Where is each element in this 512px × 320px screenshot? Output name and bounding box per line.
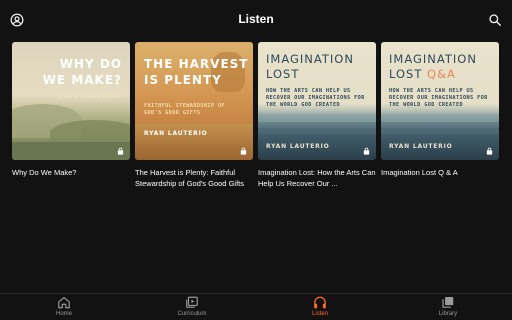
cover-author: RYAN LAUTERIO bbox=[389, 143, 453, 150]
cover-subtitle-line: HOW THE ARTS CAN HELP US bbox=[266, 88, 351, 94]
cover-title-line: LOST bbox=[266, 67, 300, 81]
audio-card-imagination-lost[interactable]: IMAGINATION LOST HOW THE ARTS CAN HELP U… bbox=[258, 42, 376, 189]
lock-icon bbox=[117, 147, 124, 155]
cover-subtitle-line: RECOVER OUR IMAGINATIONS FOR bbox=[266, 95, 365, 101]
audio-card-harvest-is-plenty[interactable]: THE HARVEST IS PLENTY FAITHFUL STEWARDSH… bbox=[135, 42, 253, 189]
nav-item-home[interactable]: Home bbox=[0, 294, 128, 320]
cover-title-line: WHY DO bbox=[59, 57, 122, 71]
home-icon bbox=[58, 296, 70, 309]
search-icon[interactable] bbox=[488, 13, 502, 27]
cover-title-line: IMAGINATION bbox=[266, 52, 354, 66]
nav-item-curriculum[interactable]: Curriculum bbox=[128, 294, 256, 320]
lock-icon bbox=[240, 147, 247, 155]
nav-label: Home bbox=[55, 311, 72, 317]
cover-art[interactable]: WHY DO WE MAKE? RYAN LAUTERIO bbox=[12, 42, 130, 160]
page-title: Listen bbox=[238, 12, 274, 26]
cover-title-qa: Q&A bbox=[427, 67, 456, 81]
cover-art[interactable]: IMAGINATION LOST Q&A HOW THE ARTS CAN HE… bbox=[381, 42, 499, 160]
audio-card-why-do-we-make[interactable]: WHY DO WE MAKE? RYAN LAUTERIO Why Do We … bbox=[12, 42, 130, 178]
nav-label: Listen bbox=[311, 311, 328, 317]
cover-title-line: LOST bbox=[389, 67, 428, 81]
nav-item-listen[interactable]: Listen bbox=[256, 294, 384, 320]
audio-card-imagination-lost-qa[interactable]: IMAGINATION LOST Q&A HOW THE ARTS CAN HE… bbox=[381, 42, 499, 178]
library-icon bbox=[442, 296, 454, 308]
cover-author: RYAN LAUTERIO bbox=[144, 130, 208, 137]
card-title[interactable]: Imagination Lost Q & A bbox=[381, 167, 499, 178]
headphones-icon bbox=[314, 296, 326, 309]
cover-title-line: IS PLENTY bbox=[144, 73, 222, 87]
cover-subtitle-line: THE WORLD GOD CREATED bbox=[266, 102, 340, 108]
cover-art[interactable]: THE HARVEST IS PLENTY FAITHFUL STEWARDSH… bbox=[135, 42, 253, 160]
card-title[interactable]: Why Do We Make? bbox=[12, 167, 130, 178]
cover-subtitle-line: RECOVER OUR IMAGINATIONS FOR bbox=[389, 95, 488, 101]
card-title[interactable]: Imagination Lost: How the Arts Can Help … bbox=[258, 167, 376, 189]
bottom-nav: Home Curriculum Listen Library bbox=[0, 293, 512, 320]
curriculum-icon bbox=[186, 296, 198, 308]
cover-author: RYAN LAUTERIO bbox=[266, 143, 330, 150]
cover-art[interactable]: IMAGINATION LOST HOW THE ARTS CAN HELP U… bbox=[258, 42, 376, 160]
cover-title-line: WE MAKE? bbox=[42, 73, 122, 87]
cover-subtitle-line: GOD'S GOOD GIFTS bbox=[144, 110, 201, 116]
nav-label: Library bbox=[438, 311, 458, 317]
cover-title-line: IMAGINATION bbox=[389, 52, 477, 66]
cover-subtitle-line: HOW THE ARTS CAN HELP US bbox=[389, 88, 474, 94]
audio-grid: WHY DO WE MAKE? RYAN LAUTERIO Why Do We … bbox=[12, 42, 502, 242]
app-header: Listen bbox=[0, 0, 512, 40]
cover-author: RYAN LAUTERIO bbox=[57, 93, 121, 100]
lock-icon bbox=[486, 147, 493, 155]
cover-subtitle-line: THE WORLD GOD CREATED bbox=[389, 102, 463, 108]
nav-label: Curriculum bbox=[177, 311, 207, 317]
cover-subtitle-line: FAITHFUL STEWARDSHIP OF bbox=[144, 103, 226, 109]
card-title[interactable]: The Harvest is Plenty: Faithful Stewards… bbox=[135, 167, 253, 189]
nav-item-library[interactable]: Library bbox=[384, 294, 512, 320]
lock-icon bbox=[363, 147, 370, 155]
cover-title-line: THE HARVEST bbox=[144, 57, 249, 71]
